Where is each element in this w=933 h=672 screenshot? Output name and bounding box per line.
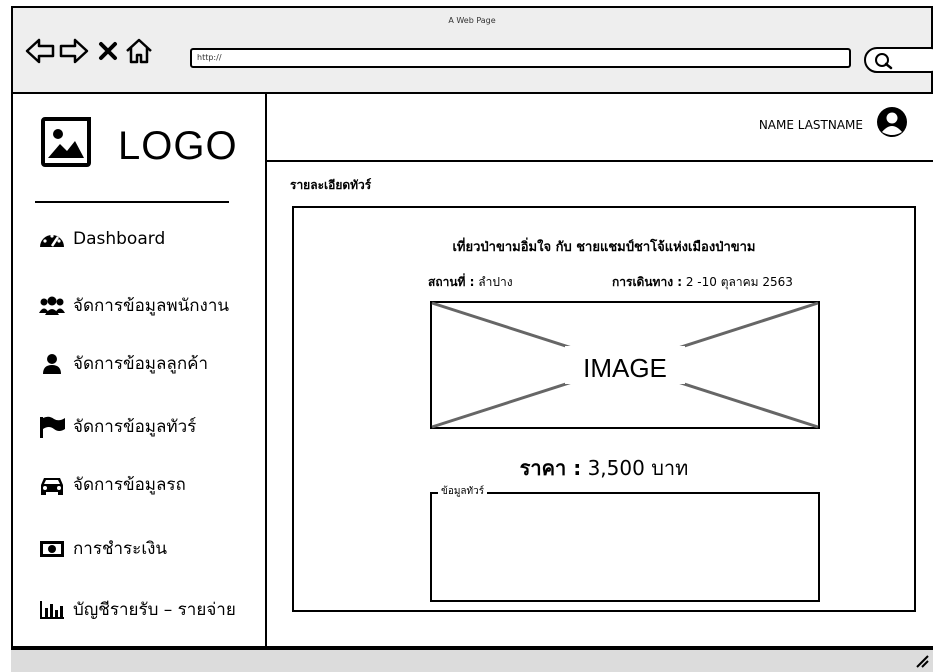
tour-place: สถานที่ : ลำปาง	[428, 273, 513, 292]
status-bar	[11, 648, 933, 672]
sidebar-item-label: จัดการข้อมูลรถ	[73, 475, 186, 495]
tour-name: เที่ยวป่าขามอิ่มใจ กับ ชายแชมป์ชาโจ้แห่ง…	[452, 240, 756, 255]
logo-text: LOGO	[118, 124, 238, 168]
tour-travel: การเดินทาง : 2 -10 ตุลาคม 2563	[612, 273, 793, 292]
bar-chart-icon	[39, 599, 65, 621]
sidebar-item-vehicles[interactable]: จัดการข้อมูลรถ	[39, 471, 186, 498]
home-icon[interactable]	[124, 36, 154, 66]
window-title: A Web Page	[448, 16, 496, 25]
page-title: รายละเอียดทัวร์	[290, 178, 372, 192]
sidebar-item-dashboard[interactable]: Dashboard	[39, 228, 165, 250]
sidebar-item-customers[interactable]: จัดการข้อมูลลูกค้า	[39, 350, 208, 377]
resize-grip-icon[interactable]	[915, 654, 929, 668]
dashboard-icon	[39, 228, 65, 250]
image-placeholder-text: IMAGE	[583, 353, 667, 383]
back-arrow-icon[interactable]	[25, 36, 55, 66]
users-icon	[39, 295, 65, 317]
place-value: ลำปาง	[478, 275, 513, 289]
header-divider	[267, 160, 933, 162]
sidebar-item-label: บัญชีรายรับ – รายจ่าย	[73, 600, 236, 620]
money-icon	[39, 538, 65, 560]
sidebar-item-payment[interactable]: การชำระเงิน	[39, 535, 167, 562]
place-label: สถานที่ :	[428, 275, 475, 289]
user-icon	[39, 353, 65, 375]
tour-info-label: ข้อมูลทัวร์	[438, 484, 488, 499]
sidebar-divider	[265, 92, 267, 648]
search-button[interactable]	[864, 47, 933, 73]
sidebar-item-label: การชำระเงิน	[73, 539, 168, 559]
travel-label: การเดินทาง :	[612, 275, 683, 289]
user-name: NAME LASTNAME	[758, 118, 863, 132]
sidebar-item-label: จัดการข้อมูลลูกค้า	[73, 354, 209, 374]
sidebar-item-employees[interactable]: จัดการข้อมูลพนักงาน	[39, 292, 229, 319]
sidebar-item-label: Dashboard	[73, 229, 166, 249]
url-input[interactable]: http://	[190, 48, 851, 68]
price-value: 3,500 บาท	[587, 456, 689, 480]
travel-value: 2 -10 ตุลาคม 2563	[685, 275, 793, 289]
browser-toolbar: A Web Page http://	[11, 6, 933, 92]
car-icon	[39, 474, 65, 496]
image-icon	[41, 117, 91, 167]
sidebar-item-accounts[interactable]: บัญชีรายรับ – รายจ่าย	[39, 596, 236, 623]
price-label: ราคา :	[519, 456, 582, 480]
tour-image-placeholder: IMAGE	[430, 301, 820, 429]
tour-detail-card: เที่ยวป่าขามอิ่มใจ กับ ชายแชมป์ชาโจ้แห่ง…	[292, 206, 916, 612]
sidebar-item-label: จัดการข้อมูลทัวร์	[73, 417, 197, 437]
tour-info-box: ข้อมูลทัวร์	[430, 484, 820, 602]
close-icon[interactable]	[93, 36, 123, 66]
avatar-icon[interactable]	[876, 106, 908, 138]
sidebar-item-label: จัดการข้อมูลพนักงาน	[73, 296, 230, 316]
tour-price: ราคา : 3,500 บาท	[294, 452, 914, 484]
forward-arrow-icon[interactable]	[59, 36, 89, 66]
sidebar-item-tours[interactable]: จัดการข้อมูลทัวร์	[39, 413, 196, 440]
logo-divider	[35, 201, 229, 203]
search-icon	[875, 53, 893, 70]
flag-icon	[39, 416, 65, 438]
